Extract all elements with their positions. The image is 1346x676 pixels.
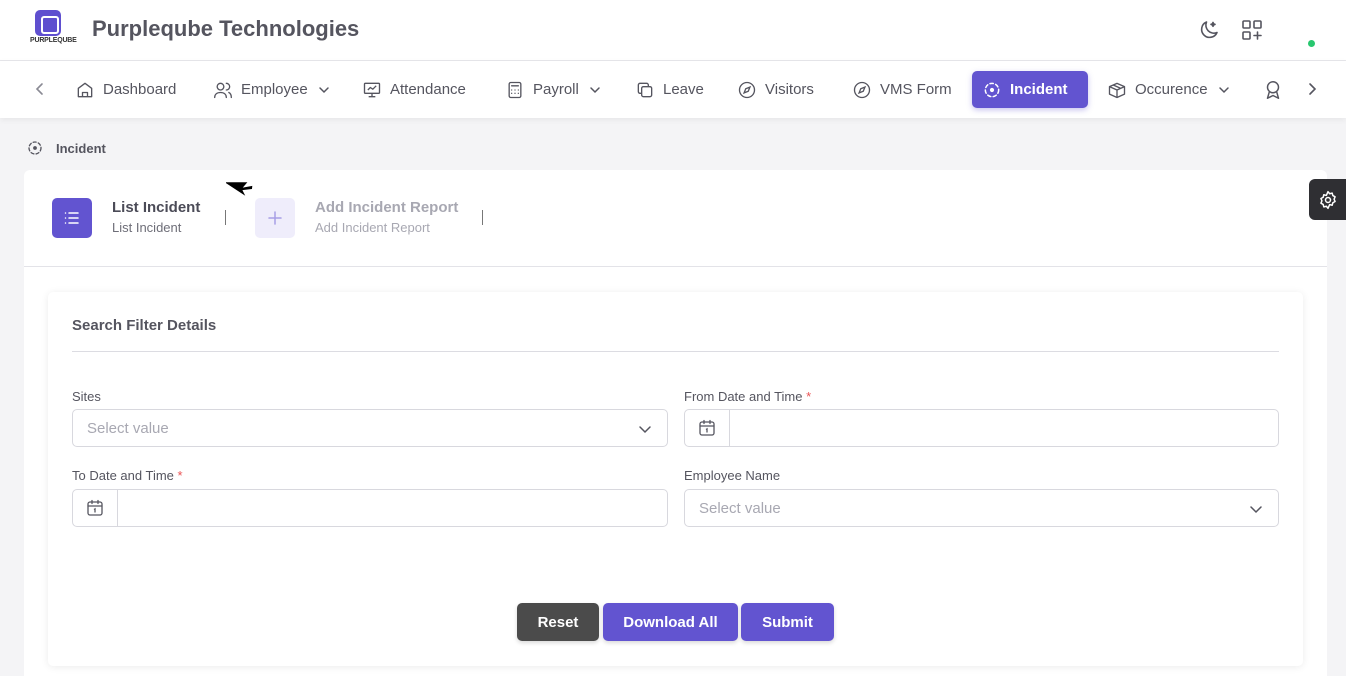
step-add-incident-title[interactable]: Add Incident Report bbox=[315, 199, 458, 216]
settings-toggle[interactable] bbox=[1309, 179, 1346, 220]
online-status-dot bbox=[1308, 40, 1315, 47]
from-date-calendar-button[interactable] bbox=[685, 410, 730, 446]
nav-visitors[interactable]: Visitors bbox=[727, 71, 824, 108]
from-date-label: From Date and Time * bbox=[684, 389, 811, 404]
calendar-icon bbox=[87, 499, 103, 516]
home-icon bbox=[77, 82, 93, 97]
logo-mark bbox=[35, 10, 61, 36]
to-date-label-text: To Date and Time bbox=[72, 468, 174, 483]
step-divider bbox=[482, 210, 483, 225]
employee-name-placeholder: Select value bbox=[699, 500, 781, 517]
chevron-down-icon bbox=[1218, 86, 1229, 93]
nav-label: VMS Form bbox=[880, 81, 952, 98]
nav-incident[interactable]: Incident bbox=[972, 71, 1088, 108]
nav-label: Employee bbox=[241, 81, 308, 98]
from-date-field[interactable] bbox=[684, 409, 1279, 447]
nav-dashboard[interactable]: Dashboard bbox=[65, 71, 186, 108]
presentation-icon bbox=[363, 82, 381, 97]
compass-icon bbox=[738, 81, 756, 98]
compass-icon bbox=[853, 81, 871, 98]
nav-label: Leave bbox=[663, 81, 704, 98]
step-list-incident-subtitle: List Incident bbox=[112, 220, 182, 235]
step-divider bbox=[225, 210, 226, 225]
reset-button[interactable]: Reset bbox=[517, 603, 599, 641]
nav-label: Incident bbox=[1010, 81, 1068, 98]
sites-select[interactable]: Select value bbox=[72, 409, 668, 447]
chevron-down-icon bbox=[1250, 506, 1262, 514]
step-list-incident-badge[interactable] bbox=[52, 198, 92, 238]
submit-button[interactable]: Submit bbox=[741, 603, 834, 641]
incident-icon bbox=[28, 141, 42, 155]
nav-payroll[interactable]: Payroll bbox=[495, 71, 611, 108]
sites-placeholder: Select value bbox=[87, 420, 169, 437]
app-title: Purpleqube Technologies bbox=[92, 16, 360, 41]
plus-icon bbox=[268, 211, 282, 225]
breadcrumb-label: Incident bbox=[56, 140, 106, 156]
breadcrumb: Incident bbox=[26, 139, 106, 157]
to-date-calendar-button[interactable] bbox=[73, 490, 118, 526]
mouse-cursor-icon bbox=[226, 182, 253, 196]
nav-label: Payroll bbox=[533, 81, 579, 98]
box-icon bbox=[1108, 82, 1126, 98]
step-tabs: List Incident List Incident Add Incident… bbox=[24, 170, 1327, 267]
calendar-icon bbox=[699, 419, 715, 436]
nav-scroll-left-icon[interactable] bbox=[30, 79, 50, 99]
filter-title: Search Filter Details bbox=[72, 317, 217, 334]
nav-label: Occurence bbox=[1135, 81, 1208, 98]
copy-icon bbox=[637, 82, 653, 97]
from-date-label-text: From Date and Time bbox=[684, 389, 803, 404]
list-icon bbox=[64, 212, 79, 224]
required-mark: * bbox=[177, 468, 183, 483]
calculator-icon bbox=[508, 81, 522, 98]
award-icon[interactable] bbox=[1262, 79, 1284, 101]
incident-icon bbox=[984, 82, 1000, 97]
nav-scroll-right-icon[interactable] bbox=[1302, 79, 1322, 99]
nav-occurence[interactable]: Occurence bbox=[1097, 71, 1240, 108]
required-mark: * bbox=[806, 389, 812, 404]
to-date-label: To Date and Time * bbox=[72, 468, 183, 483]
chevron-down-icon bbox=[318, 86, 329, 93]
company-logo[interactable]: PURPLEQUBE bbox=[30, 10, 77, 48]
main-nav: Dashboard Employee Attendance Payroll Le… bbox=[0, 61, 1346, 118]
gear-icon bbox=[1319, 190, 1336, 209]
main-card: List Incident List Incident Add Incident… bbox=[24, 170, 1327, 676]
employee-name-select[interactable]: Select value bbox=[684, 489, 1279, 527]
download-all-button[interactable]: Download All bbox=[603, 603, 738, 641]
to-date-field[interactable] bbox=[72, 489, 668, 527]
nav-vms-form[interactable]: VMS Form bbox=[842, 71, 962, 108]
nav-label: Attendance bbox=[390, 81, 466, 98]
step-add-incident-subtitle: Add Incident Report bbox=[315, 220, 430, 235]
step-list-incident-title[interactable]: List Incident bbox=[112, 199, 200, 216]
nav-label: Dashboard bbox=[103, 81, 177, 98]
search-filter-panel: Search Filter Details Sites Select value… bbox=[48, 292, 1303, 666]
apps-grid-icon[interactable] bbox=[1240, 18, 1264, 42]
nav-label: Visitors bbox=[765, 81, 814, 98]
users-icon bbox=[214, 82, 232, 98]
logo-text: PURPLEQUBE bbox=[30, 37, 77, 44]
chevron-down-icon bbox=[590, 86, 600, 93]
top-header: PURPLEQUBE Purpleqube Technologies bbox=[0, 0, 1346, 61]
step-add-incident-badge[interactable] bbox=[255, 198, 295, 238]
nav-employee[interactable]: Employee bbox=[203, 71, 340, 108]
divider bbox=[72, 351, 1279, 352]
nav-leave[interactable]: Leave bbox=[625, 71, 714, 108]
nav-attendance[interactable]: Attendance bbox=[352, 71, 476, 108]
chevron-down-icon bbox=[639, 426, 651, 434]
employee-name-label: Employee Name bbox=[684, 468, 781, 483]
moon-icon[interactable] bbox=[1197, 18, 1221, 42]
sites-label: Sites bbox=[72, 389, 101, 404]
